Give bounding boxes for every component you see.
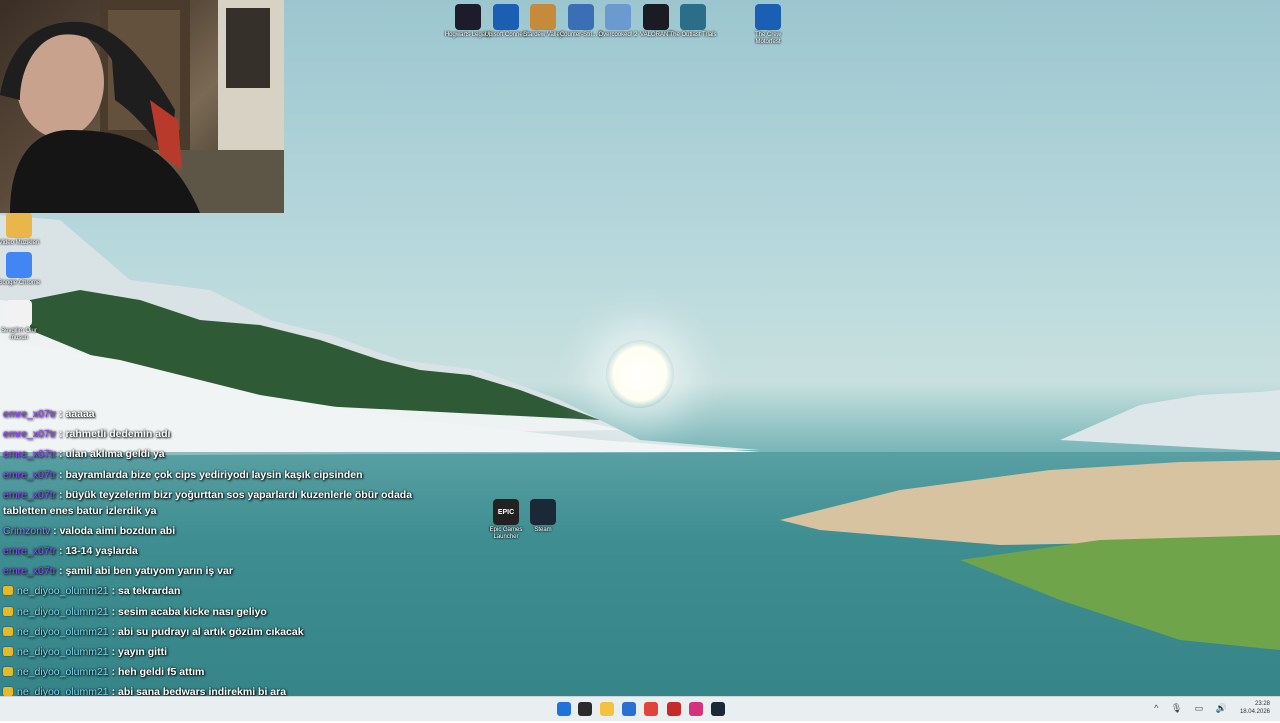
chat-message: emre_x07tr : aaaaa bbox=[3, 404, 443, 424]
chat-text: : rahmetli dedemin adı bbox=[56, 428, 171, 441]
desktop-shortcut-label: Steam bbox=[534, 527, 552, 533]
overcooked-icon bbox=[605, 4, 631, 30]
webcam-overlay bbox=[0, 0, 284, 213]
chat-text: : bayramlarda bize çok cips yediriyodı l… bbox=[56, 468, 363, 481]
desktop-shortcut[interactable]: The Outlast Trials bbox=[667, 4, 719, 39]
gender-icon bbox=[6, 300, 32, 326]
chat-username: emre_x07tr bbox=[3, 565, 57, 578]
chat-text: : şamil abi ben yatıyom yarın iş var bbox=[56, 565, 233, 578]
desktop-shortcut-label: Sevgilim Olur musun bbox=[1, 328, 37, 341]
chat-username: emre_x07tr bbox=[3, 488, 57, 501]
desktop-shortcut[interactable]: Sevgilim Olur musun bbox=[0, 300, 45, 342]
chat-message: ne_diyoo_olumm21 : sesim acaba kicke nas… bbox=[3, 602, 443, 622]
chat-message: ne_diyoo_olumm21 : sa tekrardan bbox=[3, 581, 443, 601]
taskbar: ^ 🎙 ▭ 🔊 23:28 18.04.2026 bbox=[0, 696, 1280, 721]
crown-badge-icon bbox=[3, 606, 13, 616]
chrome-icon bbox=[6, 252, 32, 278]
folder-icon bbox=[6, 212, 32, 238]
hogwarts-icon bbox=[455, 4, 481, 30]
chat-text: : abi su pudrayı al artık gözüm cıkacak bbox=[108, 625, 304, 638]
desktop-shortcut-label: The Outlast Trials bbox=[669, 32, 717, 38]
webcam-feed bbox=[0, 0, 284, 213]
chat-text: : ulan aklıma geldi ya bbox=[56, 448, 165, 461]
chat-message: ne_diyoo_olumm21 : yayın gitti bbox=[3, 642, 443, 662]
chrome-taskbar-icon[interactable] bbox=[644, 702, 658, 716]
chat-text: : büyük teyzelerim bizr yoğurttan sos ya… bbox=[3, 488, 413, 517]
system-tray-icons[interactable]: ^ 🎙 ▭ 🔊 bbox=[1154, 703, 1232, 714]
chat-text: : yayın gitti bbox=[108, 646, 167, 659]
clock[interactable]: 23:28 18.04.2026 bbox=[1240, 700, 1270, 718]
chat-username: Crimzontv bbox=[3, 524, 51, 537]
desktop-shortcut[interactable]: Steam bbox=[517, 499, 569, 534]
chat-username: emre_x07tr bbox=[3, 408, 57, 420]
chat-overlay: emre_x07tr : aaaaa emre_x07tr : rahmetli … bbox=[3, 404, 443, 723]
ubisoft-icon bbox=[493, 4, 519, 30]
chat-message: Crimzontv : valoda aimi bozdun abi bbox=[3, 521, 443, 541]
desktop-shortcut[interactable]: Google Chrome bbox=[0, 252, 45, 287]
chat-text: : aaaaa bbox=[56, 408, 95, 420]
chat-text: : heh geldi f5 attım bbox=[108, 666, 205, 679]
chat-username: ne_diyoo_olumm21 bbox=[17, 605, 109, 618]
outlast-icon bbox=[680, 4, 706, 30]
desktop-shortcut[interactable]: Video Müzikleri bbox=[0, 212, 45, 247]
chat-message: emre_x07tr : ulan aklıma geldi ya bbox=[3, 444, 443, 464]
chat-username: ne_diyoo_olumm21 bbox=[17, 646, 109, 659]
ms-store-icon[interactable] bbox=[622, 702, 636, 716]
chat-username: emre_x07tr bbox=[3, 545, 57, 558]
clock-date: 18.04.2026 bbox=[1239, 709, 1270, 715]
stardew-icon bbox=[530, 4, 556, 30]
chat-message: emre_x07tr : 13-14 yaşlarda bbox=[3, 541, 443, 561]
desktop-shortcut-label: The Crew Motorfest bbox=[754, 32, 781, 45]
chat-username: emre_x07tr bbox=[3, 428, 57, 441]
chat-message: ne_diyoo_olumm21 : abi su pudrayı al art… bbox=[3, 622, 443, 642]
crown-badge-icon bbox=[3, 667, 13, 677]
chat-username: emre_x07tr bbox=[3, 468, 57, 481]
desktop-shortcut[interactable]: The Crew Motorfest bbox=[742, 4, 794, 46]
chat-text: : 13-14 yaşlarda bbox=[56, 545, 138, 558]
desktop-shortcut-label: Google Chrome bbox=[0, 280, 41, 286]
chat-username: ne_diyoo_olumm21 bbox=[17, 666, 109, 679]
chat-text: : sa tekrardan bbox=[108, 585, 181, 598]
steam-taskbar-icon[interactable] bbox=[711, 702, 725, 716]
crown-badge-icon bbox=[3, 647, 13, 657]
cs2-icon bbox=[568, 4, 594, 30]
chat-message: emre_x07tr : rahmetli dedemin adı bbox=[3, 424, 443, 444]
start-button[interactable] bbox=[557, 702, 571, 716]
search-button[interactable] bbox=[578, 702, 592, 716]
valorant-icon bbox=[643, 4, 669, 30]
epic-icon: EPIC bbox=[493, 499, 519, 525]
chat-message: emre_x07tr : bayramlarda bize çok cips y… bbox=[3, 465, 443, 485]
clock-time: 23:28 bbox=[1254, 701, 1270, 707]
file-explorer-icon[interactable] bbox=[600, 702, 614, 716]
ubisoft-icon bbox=[755, 4, 781, 30]
chat-username: ne_diyoo_olumm21 bbox=[17, 625, 109, 638]
chat-message: ne_diyoo_olumm21 : heh geldi f5 attım bbox=[3, 662, 443, 682]
steam-icon bbox=[530, 499, 556, 525]
chat-username: emre_x07tr bbox=[3, 448, 57, 461]
chat-message: emre_x07tr : şamil abi ben yatıyom yarın… bbox=[3, 561, 443, 581]
chat-text: : valoda aimi bozdun abi bbox=[50, 524, 176, 537]
crown-badge-icon bbox=[3, 626, 13, 636]
crown-badge-icon bbox=[3, 586, 13, 596]
desktop-shortcut-label: Video Müzikleri bbox=[0, 240, 40, 246]
chat-username: ne_diyoo_olumm21 bbox=[17, 585, 109, 598]
instagram-icon[interactable] bbox=[689, 702, 703, 716]
obs-icon[interactable] bbox=[667, 702, 681, 716]
sun-glow bbox=[606, 340, 674, 408]
chat-message: emre_x07tr : büyük teyzelerim bizr yoğur… bbox=[3, 485, 443, 521]
chat-text: : sesim acaba kicke nası geliyo bbox=[108, 605, 267, 618]
